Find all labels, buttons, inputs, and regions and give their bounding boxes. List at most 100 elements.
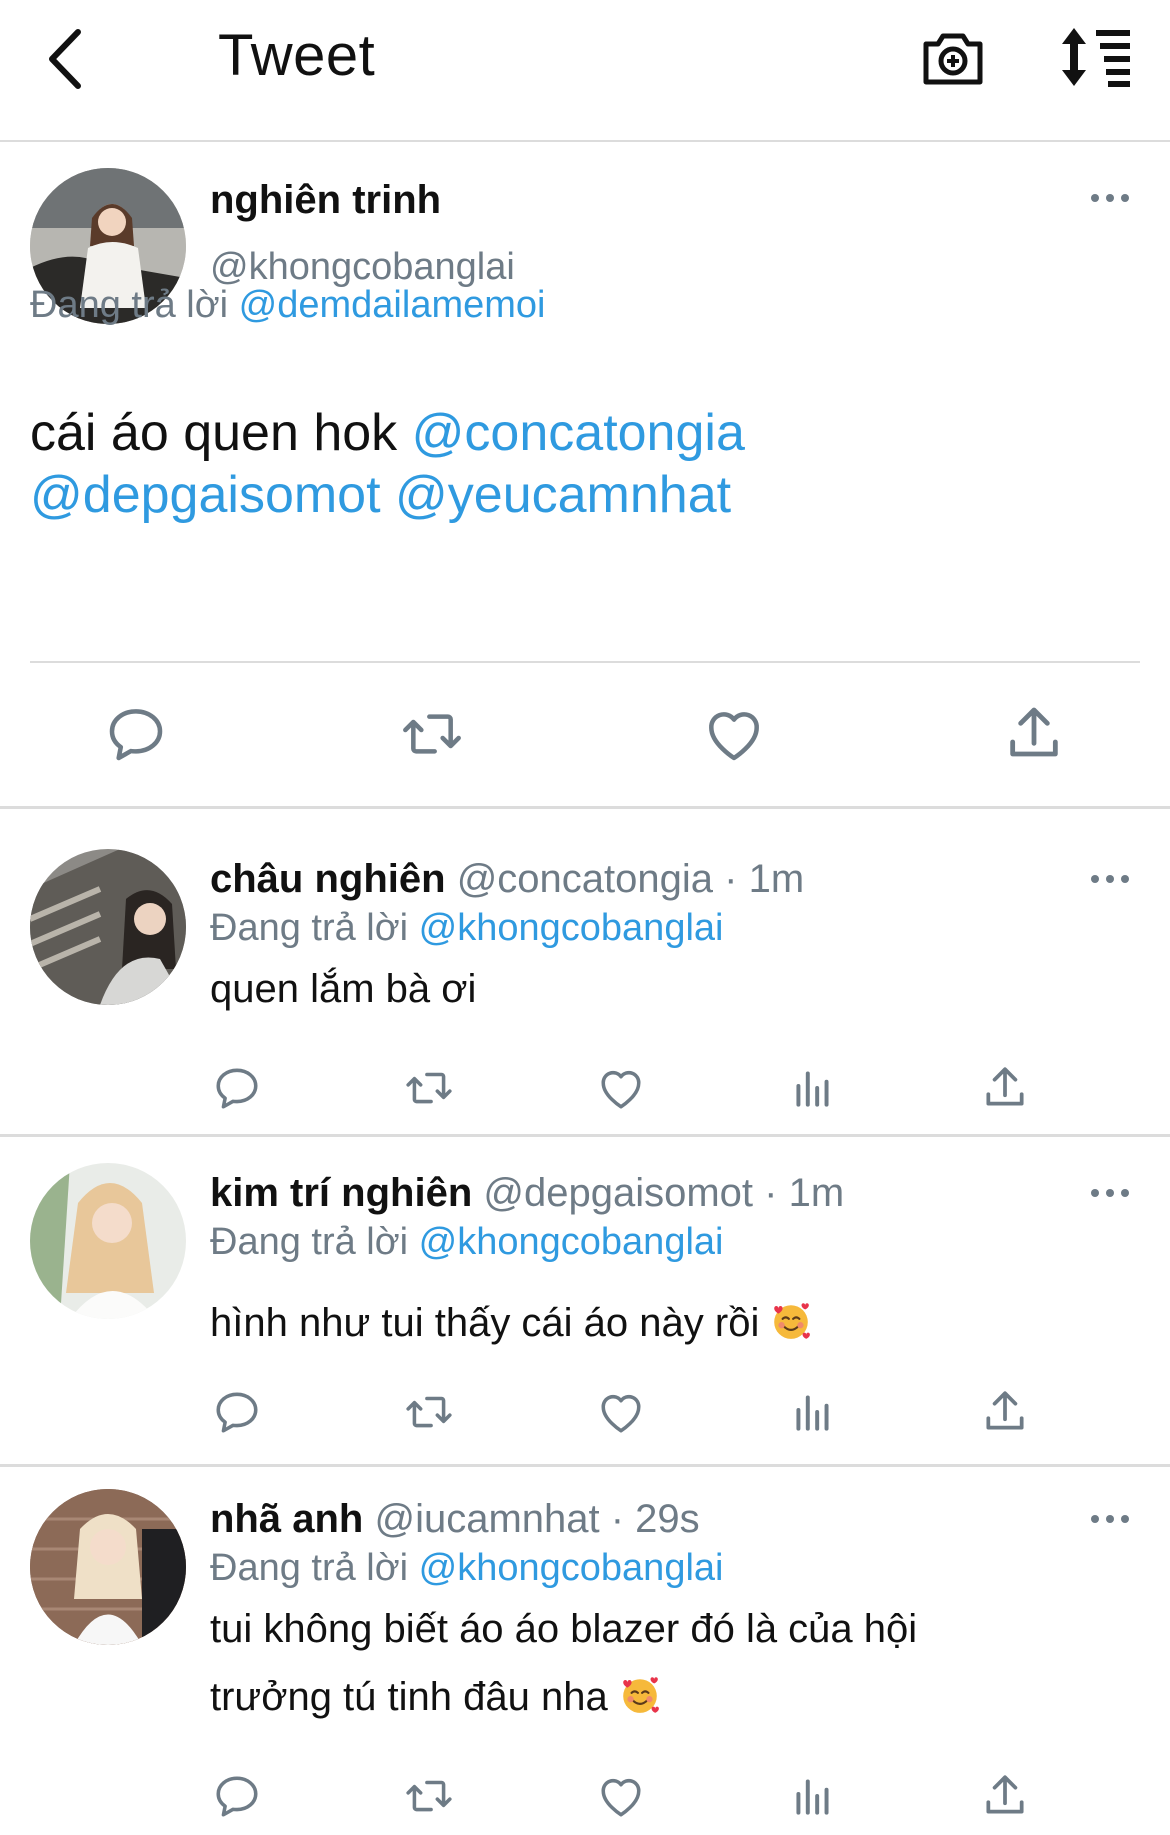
retweet-button[interactable] xyxy=(404,1387,454,1437)
camera-icon xyxy=(923,33,983,85)
retweet-button[interactable] xyxy=(404,1771,454,1821)
tweet-text: hình như tui thấy cái áo này rồi xyxy=(210,1289,1110,1357)
more-button[interactable] xyxy=(1088,1509,1132,1529)
tweet-body-line-1: tui không biết áo áo blazer đó là của hộ… xyxy=(210,1607,918,1651)
more-icon xyxy=(1088,869,1132,889)
like-button[interactable] xyxy=(702,702,766,766)
top-bar: Tweet xyxy=(0,0,1170,142)
smiling-face-with-hearts-icon xyxy=(619,1674,661,1716)
analytics-icon xyxy=(788,1063,838,1113)
main-tweet: nghiên trinh @khongcobanglai Đang trả lờ… xyxy=(0,142,1170,807)
tweet-body: cái áo quen hok xyxy=(30,404,398,462)
replying-to-label: Đang trả lời xyxy=(30,284,229,326)
replying-to: Đang trả lời @khongcobanglai xyxy=(210,1547,723,1590)
analytics-icon xyxy=(788,1771,838,1821)
analytics-button[interactable] xyxy=(788,1771,838,1821)
timestamp: · 1m xyxy=(724,857,805,901)
tweet-actions xyxy=(0,702,1170,772)
more-button[interactable] xyxy=(1088,188,1132,208)
replying-to-label: Đang trả lời xyxy=(210,1547,409,1589)
timestamp: · 1m xyxy=(764,1171,845,1215)
heart-icon xyxy=(596,1771,646,1821)
tweet-text: tui không biết áo áo blazer đó là của hộ… xyxy=(210,1595,1150,1731)
share-button[interactable] xyxy=(980,1387,1030,1437)
tweet-body: hình như tui thấy cái áo này rồi xyxy=(210,1301,760,1345)
share-icon xyxy=(980,1387,1030,1437)
reply-button[interactable] xyxy=(212,1063,262,1113)
share-icon xyxy=(1002,702,1066,766)
analytics-icon xyxy=(788,1387,838,1437)
author-name[interactable]: nhã anh xyxy=(210,1497,363,1541)
author-handle[interactable]: @depgaisomot xyxy=(483,1171,753,1215)
reply-header: kim trí nghiên @depgaisomot · 1m xyxy=(210,1171,844,1216)
tweet-text: quen lắm bà ơi xyxy=(210,967,477,1011)
timestamp: · 29s xyxy=(610,1497,700,1541)
avatar[interactable] xyxy=(30,1163,186,1319)
reply-icon xyxy=(104,702,168,766)
retweet-icon xyxy=(404,1387,454,1437)
reply-header: nhã anh @iucamnhat · 29s xyxy=(210,1497,700,1542)
mention-link[interactable]: @khongcobanglai xyxy=(419,1221,724,1263)
reply-header: châu nghiên @concatongia · 1m xyxy=(210,857,804,902)
more-button[interactable] xyxy=(1088,1183,1132,1203)
mention-link[interactable]: @yeucamnhat xyxy=(395,466,731,524)
author-name[interactable]: nghiên trinh xyxy=(210,178,441,223)
more-button[interactable] xyxy=(1088,869,1132,889)
tweet-text: cái áo quen hok @concatongia @depgaisomo… xyxy=(30,402,1140,526)
mention-link[interactable]: @khongcobanglai xyxy=(419,1547,724,1589)
share-icon xyxy=(980,1063,1030,1113)
reply-button[interactable] xyxy=(212,1387,262,1437)
smiling-face-with-hearts-icon xyxy=(770,1300,812,1342)
more-icon xyxy=(1088,1509,1132,1529)
sort-icon xyxy=(1062,28,1130,87)
retweet-icon xyxy=(404,1771,454,1821)
retweet-button[interactable] xyxy=(404,1063,454,1113)
page-title: Tweet xyxy=(218,23,376,88)
like-button[interactable] xyxy=(596,1387,646,1437)
share-icon xyxy=(980,1771,1030,1821)
replying-to: Đang trả lời @demdailamemoi xyxy=(30,284,545,327)
heart-icon xyxy=(702,702,766,766)
retweet-icon xyxy=(404,1063,454,1113)
analytics-button[interactable] xyxy=(788,1063,838,1113)
reply-tweet[interactable]: nhã anh @iucamnhat · 29s Đang trả lời @k… xyxy=(0,1467,1170,1835)
reply-button[interactable] xyxy=(212,1771,262,1821)
mention-link[interactable]: @concatongia xyxy=(412,404,745,462)
share-button[interactable] xyxy=(1002,702,1066,766)
like-button[interactable] xyxy=(596,1063,646,1113)
reply-tweet[interactable]: châu nghiên @concatongia · 1m Đang trả l… xyxy=(0,809,1170,1134)
share-button[interactable] xyxy=(980,1063,1030,1113)
author-name[interactable]: châu nghiên xyxy=(210,857,446,901)
author-handle[interactable]: @iucamnhat xyxy=(374,1497,599,1541)
like-button[interactable] xyxy=(596,1771,646,1821)
heart-icon xyxy=(596,1063,646,1113)
sort-button[interactable] xyxy=(1058,26,1138,88)
mention-link[interactable]: @khongcobanglai xyxy=(419,907,724,949)
replying-to: Đang trả lời @khongcobanglai xyxy=(210,1221,723,1264)
mention-link[interactable]: @depgaisomot xyxy=(30,466,381,524)
replying-to-label: Đang trả lời xyxy=(210,1221,409,1263)
author-handle[interactable]: @concatongia xyxy=(457,857,713,901)
analytics-button[interactable] xyxy=(788,1387,838,1437)
reply-tweet[interactable]: kim trí nghiên @depgaisomot · 1m Đang tr… xyxy=(0,1137,1170,1467)
back-button[interactable] xyxy=(40,24,90,94)
avatar[interactable] xyxy=(30,1489,186,1645)
retweet-icon xyxy=(400,702,464,766)
tweet-body-line-2: trưởng tú tinh đâu nha xyxy=(210,1675,608,1719)
author-handle[interactable]: @khongcobanglai xyxy=(210,246,515,289)
camera-button[interactable] xyxy=(920,24,986,90)
heart-icon xyxy=(596,1387,646,1437)
retweet-button[interactable] xyxy=(400,702,464,766)
reply-button[interactable] xyxy=(104,702,168,766)
reply-icon xyxy=(212,1771,262,1821)
share-button[interactable] xyxy=(980,1771,1030,1821)
reply-icon xyxy=(212,1387,262,1437)
reply-icon xyxy=(212,1063,262,1113)
replying-to: Đang trả lời @khongcobanglai xyxy=(210,907,723,950)
author-name[interactable]: kim trí nghiên xyxy=(210,1171,472,1215)
chevron-left-icon xyxy=(49,29,81,89)
more-icon xyxy=(1088,188,1132,208)
replying-to-label: Đang trả lời xyxy=(210,907,409,949)
avatar[interactable] xyxy=(30,849,186,1005)
mention-link[interactable]: @demdailamemoi xyxy=(239,284,546,326)
